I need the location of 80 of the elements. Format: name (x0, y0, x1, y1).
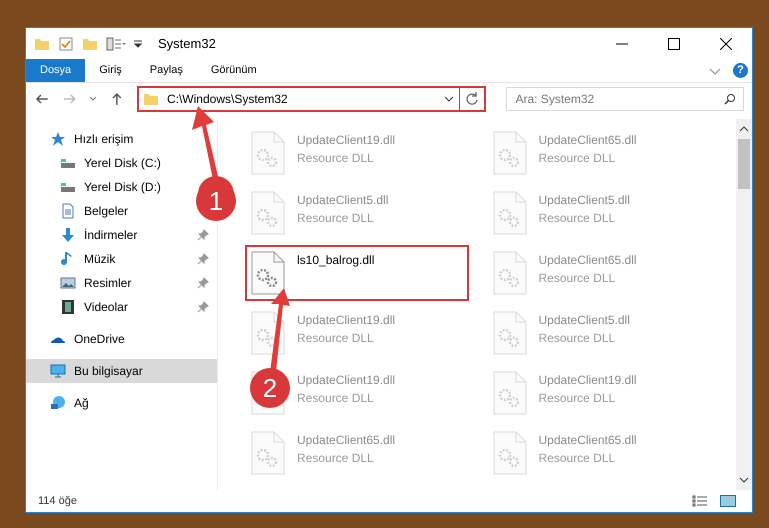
file-name: ls10_balrog.dll (297, 252, 374, 269)
file-name: UpdateClient5.dll (297, 192, 388, 209)
file-type: Resource DLL (297, 150, 375, 167)
file-item[interactable]: ls10_balrog.dll (245, 245, 469, 301)
file-gear-icon (251, 131, 285, 175)
ribbon-tab[interactable]: Paylaş (136, 59, 197, 82)
file-gear-icon (492, 431, 526, 475)
scrollbar[interactable] (736, 119, 752, 490)
file-type: Resource DLL (538, 330, 616, 347)
nav-item[interactable]: Müzik (26, 247, 217, 271)
file-gear-icon (492, 311, 526, 355)
file-type: Resource DLL (538, 150, 616, 167)
nav-item[interactable]: OneDrive (26, 327, 133, 351)
file-gear-icon (251, 251, 285, 295)
download-arrow-icon (60, 227, 76, 243)
nav-item[interactable]: Resimler (26, 271, 217, 295)
file-type: Resource DLL (538, 390, 616, 407)
file-type: Resource DLL (538, 270, 616, 287)
nav-item[interactable]: Bu bilgisayar (26, 359, 217, 383)
file-name: UpdateClient19.dll (297, 132, 396, 149)
file-gear-icon (492, 191, 526, 235)
nav-item[interactable]: Yerel Disk (C:) (26, 151, 169, 175)
ribbon-tab[interactable]: Giriş (85, 59, 136, 82)
pin-icon[interactable] (197, 229, 209, 241)
file-gear-icon (251, 191, 285, 235)
file-name: UpdateClient65.dll (297, 432, 396, 449)
film-icon (60, 299, 76, 315)
file-name: UpdateClient19.dll (538, 372, 637, 389)
nav-item[interactable]: İndirmeler (26, 223, 217, 247)
file-name: UpdateClient65.dll (538, 252, 637, 269)
nav-item[interactable]: Belgeler (26, 199, 136, 223)
monitor-icon (50, 363, 66, 379)
pin-icon[interactable] (197, 253, 209, 265)
nav-item[interactable]: Videolar (26, 295, 217, 319)
document-icon (60, 203, 76, 219)
star-icon (50, 131, 66, 147)
file-gear-icon (492, 131, 526, 175)
ribbon-tab[interactable]: Görünüm (196, 59, 271, 82)
file-type: Resource DLL (538, 210, 616, 227)
nav-item[interactable]: Hızlı erişim (26, 127, 142, 151)
address-bar[interactable]: C:\Windows\System32 (136, 86, 486, 112)
network-globe-icon (50, 395, 66, 411)
refresh-icon[interactable] (464, 91, 480, 107)
view-options-icon[interactable] (106, 36, 126, 52)
address-path: C:\Windows\System32 (166, 91, 289, 108)
large-icons-view-icon[interactable] (720, 495, 736, 507)
file-type: Resource DLL (297, 450, 375, 467)
file-type: Resource DLL (297, 210, 375, 227)
file-name: UpdateClient19.dll (297, 372, 396, 389)
item-count: 114 öğe (38, 494, 78, 509)
search-field[interactable]: Ara: System32 (506, 87, 744, 111)
recent-caret-icon[interactable] (89, 95, 98, 103)
pin-icon[interactable] (197, 277, 209, 289)
scroll-thumb[interactable] (738, 139, 750, 189)
search-icon[interactable] (724, 93, 736, 105)
file-name: UpdateClient65.dll (538, 432, 637, 449)
file-name: UpdateClient5.dll (538, 192, 630, 209)
folder-icon (142, 91, 159, 107)
ribbon-tab[interactable]: Dosya (26, 59, 86, 82)
file-gear-icon (492, 251, 526, 295)
dropdown-caret-icon[interactable] (134, 40, 142, 48)
file-name: UpdateClient65.dll (538, 132, 637, 149)
file-type: Resource DLL (297, 390, 375, 407)
cloud-icon (50, 334, 66, 344)
pin-icon[interactable] (197, 301, 209, 313)
nav-item[interactable]: Ağ (26, 391, 97, 415)
file-type: Resource DLL (297, 330, 375, 347)
details-view-icon[interactable] (692, 495, 708, 507)
picture-icon (60, 275, 76, 291)
file-gear-icon (251, 431, 285, 475)
close-icon[interactable] (720, 38, 732, 50)
maximize-icon[interactable] (668, 38, 680, 50)
file-name: UpdateClient5.dll (538, 312, 630, 329)
help-button[interactable]: ? (733, 63, 748, 78)
file-name: UpdateClient19.dll (297, 312, 396, 329)
window-title: System32 (158, 34, 217, 53)
file-type: Resource DLL (538, 450, 616, 467)
file-gear-icon (492, 371, 526, 415)
properties-icon[interactable] (58, 36, 74, 52)
nav-item[interactable]: Yerel Disk (D:) (26, 175, 169, 199)
